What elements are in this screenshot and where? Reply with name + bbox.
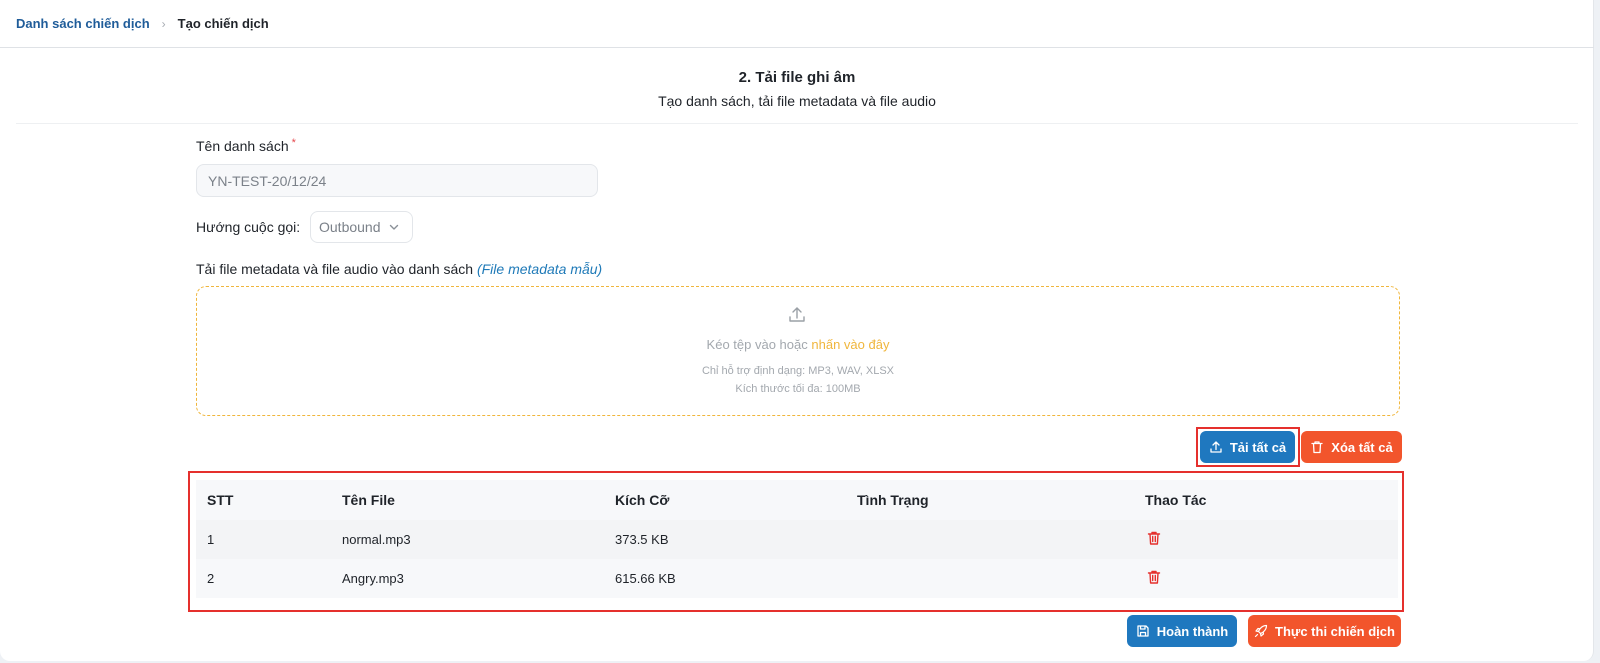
chevron-right-icon: › bbox=[161, 16, 166, 31]
row-file-name: Angry.mp3 bbox=[342, 571, 404, 586]
breadcrumb-current: Tạo chiến dịch bbox=[177, 16, 269, 31]
dropzone-text: Kéo tệp vào hoặc nhấn vào đây bbox=[197, 337, 1399, 352]
trash-icon[interactable] bbox=[1146, 530, 1162, 546]
row-size: 373.5 KB bbox=[615, 532, 669, 547]
step-subtitle: Tạo danh sách, tải file metadata và file… bbox=[658, 93, 936, 109]
dropzone-drag-text: Kéo tệp vào hoặc bbox=[706, 337, 808, 352]
file-table: STT Tên File Kích Cỡ Tình Trạng Thao Tác… bbox=[196, 480, 1398, 598]
trash-icon[interactable] bbox=[1146, 569, 1162, 585]
header-actions: Thao Tác bbox=[1145, 492, 1207, 508]
delete-all-label: Xóa tất cả bbox=[1331, 439, 1393, 455]
upload-all-label: Tải tất cả bbox=[1229, 439, 1287, 455]
call-direction-value: Outbound bbox=[319, 219, 381, 235]
call-direction-label: Hướng cuộc gọi: bbox=[196, 219, 301, 235]
dropzone-formats: Chỉ hỗ trợ định dạng: MP3, WAV, XLSX bbox=[701, 365, 895, 377]
upload-icon bbox=[789, 307, 805, 322]
list-name-input[interactable] bbox=[196, 164, 598, 197]
finish-label: Hoàn thành bbox=[1156, 623, 1229, 639]
save-icon bbox=[1137, 625, 1149, 637]
header-status: Tình Trạng bbox=[857, 492, 929, 508]
table-header: STT Tên File Kích Cỡ Tình Trạng Thao Tác bbox=[196, 480, 1398, 520]
breadcrumb-campaign-list[interactable]: Danh sách chiến dịch bbox=[16, 16, 150, 31]
finish-button[interactable]: Hoàn thành bbox=[1127, 615, 1237, 647]
table-row: 2 Angry.mp3 615.66 KB bbox=[196, 559, 1398, 598]
file-dropzone[interactable]: Kéo tệp vào hoặc nhấn vào đây Chỉ hỗ trợ… bbox=[196, 286, 1400, 416]
header-stt: STT bbox=[207, 492, 234, 508]
header-size: Kích Cỡ bbox=[615, 492, 670, 508]
run-campaign-button[interactable]: Thực thi chiến dịch bbox=[1248, 615, 1401, 647]
page-card: Danh sách chiến dịch › Tạo chiến dịch 2.… bbox=[0, 0, 1594, 661]
row-actions bbox=[1145, 569, 1398, 588]
section-divider bbox=[16, 123, 1578, 124]
required-mark: * bbox=[291, 137, 296, 149]
chevron-down-icon bbox=[389, 224, 398, 230]
row-actions bbox=[1145, 530, 1398, 549]
rocket-icon bbox=[1254, 624, 1268, 638]
call-direction-select[interactable]: Outbound bbox=[310, 211, 413, 243]
list-name-label-text: Tên danh sách bbox=[196, 138, 289, 154]
run-campaign-label: Thực thi chiến dịch bbox=[1275, 623, 1395, 639]
row-stt: 1 bbox=[207, 532, 215, 547]
upload-label-text: Tải file metadata và file audio vào danh… bbox=[196, 261, 474, 277]
row-stt: 2 bbox=[207, 571, 215, 586]
row-size: 615.66 KB bbox=[615, 571, 676, 586]
header-divider bbox=[0, 47, 1594, 48]
upload-icon bbox=[1210, 441, 1222, 453]
delete-all-button[interactable]: Xóa tất cả bbox=[1301, 431, 1402, 463]
header-file-name: Tên File bbox=[342, 492, 395, 508]
upload-all-button[interactable]: Tải tất cả bbox=[1200, 431, 1295, 463]
list-name-label: Tên danh sách * bbox=[196, 137, 296, 154]
upload-label: Tải file metadata và file audio vào danh… bbox=[196, 261, 602, 277]
metadata-template-link[interactable]: (File metadata mẫu) bbox=[477, 261, 602, 277]
dropzone-click-link[interactable]: nhấn vào đây bbox=[811, 337, 889, 352]
table-row: 1 normal.mp3 373.5 KB bbox=[196, 520, 1398, 559]
dropzone-max-size: Kích thước tối đa: 100MB bbox=[735, 383, 861, 395]
breadcrumb: Danh sách chiến dịch › Tạo chiến dịch bbox=[16, 16, 269, 31]
trash-icon bbox=[1311, 441, 1323, 454]
row-file-name: normal.mp3 bbox=[342, 532, 411, 547]
step-title: 2. Tải file ghi âm bbox=[738, 69, 856, 86]
